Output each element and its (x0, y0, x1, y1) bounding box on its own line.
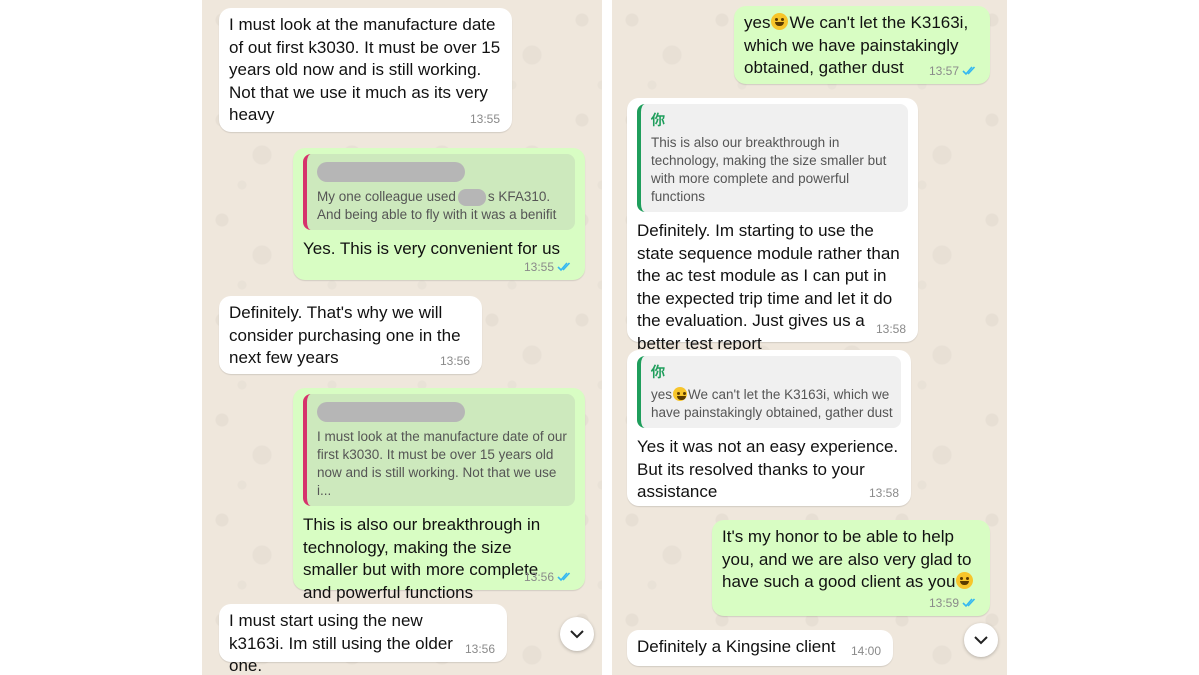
message-time: 13:55 (523, 260, 554, 274)
message-text: Definitely a Kingsine client (637, 637, 836, 656)
message-text: Yes it was not an easy experience. But i… (637, 437, 899, 501)
chat-panel-left: I must look at the manufacture date of o… (202, 0, 602, 675)
grinning-face-emoji (673, 387, 688, 401)
chat-panel-right: yes We can't let the K3163i, which we hav… (612, 0, 1007, 675)
double-check-icon (962, 66, 976, 76)
quoted-text: This is also our breakthrough in technol… (651, 135, 887, 204)
chevron-down-icon (974, 635, 988, 644)
message-text: Definitely. That's why we will consider … (229, 303, 461, 367)
redacted-word (457, 188, 486, 206)
message-text: I must start using the new k3163i. Im st… (229, 611, 453, 675)
message-time: 13:59 (928, 596, 959, 610)
quoted-message[interactable]: My one colleague used s KFA310. And being… (303, 154, 575, 230)
message-bubble[interactable]: Definitely. That's why we will consider … (219, 296, 482, 374)
message-bubble[interactable]: 你 This is also our breakthrough in techn… (627, 98, 918, 353)
grinning-face-emoji (956, 572, 974, 589)
message-text: Definitely. Im starting to use the state… (637, 221, 900, 353)
quoted-message[interactable]: I must look at the manufacture date of o… (303, 394, 575, 506)
message-time: 14:00 (850, 644, 881, 658)
scroll-down-button[interactable] (560, 617, 594, 651)
double-check-icon (557, 572, 571, 582)
message-text: Yes. This is very convenient for us (303, 239, 561, 258)
scroll-down-button[interactable] (964, 623, 998, 657)
message-bubble[interactable]: My one colleague used s KFA310. And being… (293, 148, 585, 280)
message-bubble[interactable]: 你 yes We can't let the K3163i, which we h… (627, 350, 911, 506)
message-time: 13:56 (464, 642, 495, 656)
message-text: It's my honor to be able to help you, an… (722, 527, 974, 591)
quoted-message[interactable]: 你 This is also our breakthrough in techn… (637, 104, 908, 212)
message-text: I must look at the manufacture date of o… (229, 15, 501, 124)
message-bubble[interactable]: I must look at the manufacture date of o… (219, 8, 512, 132)
message-time: 13:56 (439, 354, 470, 368)
quoted-sender: 你 (651, 112, 665, 128)
quoted-text: My one colleague used s KFA310. And being… (317, 188, 557, 222)
quoted-sender: 你 (651, 364, 665, 380)
message-bubble[interactable]: yes We can't let the K3163i, which we hav… (734, 6, 990, 84)
message-text: This is also our breakthrough in technol… (303, 515, 541, 602)
message-time: 13:58 (868, 486, 899, 500)
quoted-text: yes We can't let the K3163i, which we hav… (651, 387, 893, 420)
message-bubble[interactable]: I must look at the manufacture date of o… (293, 388, 585, 602)
redacted-name (317, 162, 465, 182)
quoted-text: I must look at the manufacture date of o… (317, 429, 567, 498)
grinning-face-emoji (771, 13, 789, 30)
message-time: 13:55 (469, 112, 500, 126)
quoted-message[interactable]: 你 yes We can't let the K3163i, which we h… (637, 356, 901, 428)
message-bubble[interactable]: Definitely a Kingsine client 14:00 (627, 630, 893, 666)
message-bubble[interactable]: It's my honor to be able to help you, an… (712, 520, 990, 616)
message-time: 13:57 (928, 64, 959, 78)
message-bubble[interactable]: I must start using the new k3163i. Im st… (219, 604, 507, 675)
message-time: 13:58 (875, 322, 906, 336)
chevron-down-icon (570, 629, 584, 638)
message-time: 13:56 (523, 570, 554, 584)
double-check-icon (962, 598, 976, 608)
double-check-icon (557, 262, 571, 272)
redacted-name (317, 402, 465, 422)
